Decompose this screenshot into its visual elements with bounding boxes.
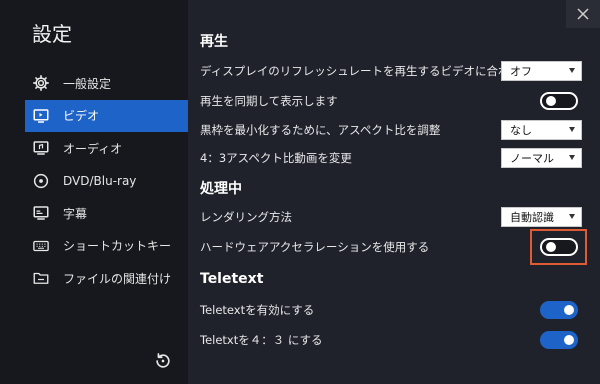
select-value: 自動認識	[510, 211, 554, 224]
disc-icon	[31, 171, 51, 191]
rendering-method-select[interactable]: 自動認識	[501, 207, 582, 227]
subtitle-icon	[31, 203, 51, 223]
folder-icon	[31, 268, 51, 288]
gear-icon	[31, 73, 51, 93]
chevron-down-icon	[569, 68, 575, 73]
sidebar-item-file-association[interactable]: ファイルの関連付け	[25, 262, 188, 295]
setting-label: Teletextを有効にする	[200, 303, 315, 317]
select-value: オフ	[510, 65, 532, 78]
sidebar-item-label: ファイルの関連付け	[63, 271, 172, 286]
sidebar-item-label: オーディオ	[63, 141, 123, 156]
audio-icon	[31, 138, 51, 158]
hw-accel-toggle[interactable]	[540, 238, 578, 256]
sidebar-item-dvd-bluray[interactable]: DVD/Blu-ray	[25, 165, 188, 198]
setting-label: Teletxtを４：３ にする	[200, 333, 323, 347]
setting-label: ディスプレイのリフレッシュレートを再生するビデオに合わせる	[200, 64, 533, 78]
select-value: ノーマル	[510, 152, 554, 165]
setting-row-teletext-enable: Teletextを有効にする	[200, 297, 590, 323]
toggle-knob	[564, 335, 574, 345]
setting-row-teletext-ratio: Teletxtを４：３ にする	[200, 327, 590, 353]
aspect-change-select[interactable]: ノーマル	[501, 148, 582, 168]
toggle-knob	[564, 305, 574, 315]
reset-icon	[153, 351, 173, 371]
section-title-teletext: Teletext	[200, 271, 264, 287]
settings-window: 設定 一般設定 ビデオ オーディオ DVD/Blu-ray 字幕 ショートカット…	[0, 0, 600, 384]
sidebar-item-label: ショートカットキー	[63, 239, 172, 254]
sidebar-item-label: 一般設定	[63, 76, 112, 91]
section-title-playback: 再生	[200, 34, 228, 50]
keyboard-icon	[31, 236, 51, 256]
sidebar-item-video[interactable]: ビデオ	[25, 99, 188, 132]
reset-button[interactable]	[152, 350, 174, 372]
sidebar-item-label: 字幕	[63, 206, 88, 221]
sidebar-item-audio[interactable]: オーディオ	[25, 132, 188, 165]
settings-panel: 再生 ディスプレイのリフレッシュレートを再生するビデオに合わせる オフ 再生を同…	[188, 0, 600, 384]
toggle-knob	[546, 96, 556, 106]
sidebar-title: 設定	[32, 22, 72, 46]
sidebar-item-general[interactable]: 一般設定	[25, 67, 188, 100]
refresh-rate-select[interactable]: オフ	[501, 61, 582, 81]
section-title-processing: 処理中	[200, 181, 242, 197]
chevron-down-icon	[569, 127, 575, 132]
setting-label: 黒枠を最小化するために、アスペクト比を調整	[200, 123, 441, 137]
sidebar-item-label: ビデオ	[63, 109, 100, 124]
sidebar-item-shortcuts[interactable]: ショートカットキー	[25, 230, 188, 263]
chevron-down-icon	[569, 214, 575, 219]
sidebar-item-label: DVD/Blu-ray	[63, 173, 137, 188]
setting-label: 4：3アスペクト比動画を変更	[200, 151, 352, 165]
select-value: なし	[510, 124, 532, 137]
setting-label: ハードウェアアクセラレーションを使用する	[200, 240, 430, 254]
sidebar-nav: 一般設定 ビデオ オーディオ DVD/Blu-ray 字幕 ショートカットキー …	[25, 67, 188, 295]
sidebar: 設定 一般設定 ビデオ オーディオ DVD/Blu-ray 字幕 ショートカット…	[0, 0, 188, 384]
chevron-down-icon	[569, 155, 575, 160]
setting-label: レンダリング方法	[200, 210, 292, 224]
sidebar-item-subtitles[interactable]: 字幕	[25, 197, 188, 230]
setting-label: 再生を同期して表示します	[200, 94, 338, 108]
sync-display-toggle[interactable]	[540, 92, 578, 110]
setting-row-sync-display: 再生を同期して表示します	[200, 88, 590, 114]
aspect-adjust-select[interactable]: なし	[501, 120, 582, 140]
monitor-icon	[31, 106, 51, 126]
teletext-enable-toggle[interactable]	[540, 301, 578, 319]
teletext-ratio-toggle[interactable]	[540, 331, 578, 349]
toggle-knob	[546, 242, 556, 252]
